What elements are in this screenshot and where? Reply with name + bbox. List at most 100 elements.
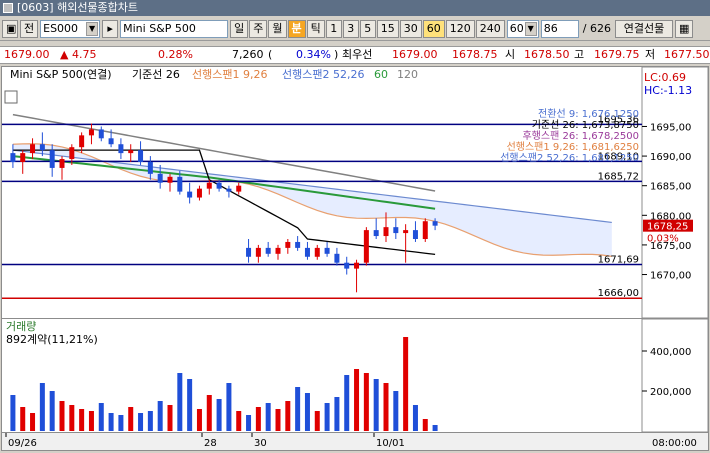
candle-body-30	[304, 247, 310, 257]
period-button-9[interactable]: 30	[399, 19, 422, 38]
period-button-3[interactable]: 분	[287, 19, 306, 38]
volume-bar-6	[69, 405, 75, 431]
volume-bar-1	[20, 407, 26, 431]
candle-body-20	[206, 182, 212, 189]
candle-body-38	[383, 227, 389, 237]
volume-bar-20	[206, 395, 212, 431]
volume-bar-22	[226, 383, 232, 431]
candle-body-10	[108, 138, 114, 145]
volume-bar-23	[236, 411, 242, 431]
price-tick-label-0: 1695,00	[650, 122, 691, 133]
date-label-3: 10/01	[376, 438, 405, 449]
price-chart-panel[interactable]: 1695,00 1690,00 1685,00 1680,00 1675,00 1670,…	[1, 66, 709, 319]
candle-body-36	[363, 230, 369, 263]
period-button-2[interactable]: 월	[268, 19, 287, 38]
product-name-field: Mini S&P 500	[120, 19, 229, 38]
chart-settings-icon[interactable]: ▦	[674, 19, 693, 38]
candle-body-42	[422, 221, 428, 239]
overlay-label-2: 후행스팬 26: 1,678,2500	[522, 130, 639, 142]
overlay-label-4: 선행스팬2 52,26: 1,681,1250	[500, 152, 639, 164]
candle-body-21	[216, 182, 222, 189]
count-value: 86	[543, 21, 558, 35]
quote-vol-close-paren: )	[334, 48, 339, 61]
symbol-value: ES000	[43, 21, 79, 35]
quote-best-label: 최우선	[342, 48, 373, 61]
period-button-10[interactable]: 60	[422, 19, 445, 38]
toolbar: ▣ 전 ES000 ▼ ▸ Mini S&P 500 일 주 월 분 틱 1 3 5 15 30 6…	[0, 17, 710, 41]
volume-bar-33	[334, 397, 340, 431]
price-chart[interactable]: 1695,001690,001685,001680,001675,001670,…	[2, 66, 709, 319]
candle-body-18	[187, 191, 193, 198]
interval-value: 60	[509, 21, 524, 35]
candle-body-11	[118, 144, 124, 154]
chevron-down-icon[interactable]: ▼	[524, 21, 537, 36]
candle-body-8	[88, 129, 94, 136]
period-button-8[interactable]: 15	[376, 19, 399, 38]
legend-span1: 선행스팬1 9,26	[192, 68, 267, 81]
volume-bar-19	[196, 409, 202, 431]
quote-ask: 1678.75	[452, 48, 498, 61]
volume-chart-panel[interactable]: 거래량 892계약(11,21%) 400,000 200,000	[1, 318, 709, 433]
quote-change-pct: 0.28%	[158, 48, 193, 61]
candle-body-0	[10, 153, 16, 162]
period-button-12[interactable]: 240	[475, 19, 505, 38]
volume-bar-8	[88, 411, 94, 431]
symbol-combo[interactable]: ES000 ▼	[40, 19, 101, 38]
candle-body-1	[20, 153, 26, 162]
candle-body-29	[295, 241, 301, 248]
period-button-4[interactable]: 틱	[306, 19, 325, 38]
chevron-down-icon[interactable]: ▼	[86, 21, 99, 36]
price-tick-label-1: 1690,00	[650, 152, 691, 163]
volume-bar-12	[128, 407, 134, 431]
candle-body-39	[393, 227, 399, 234]
period-button-11[interactable]: 120	[445, 19, 475, 38]
interval-combo[interactable]: 60 ▼	[506, 19, 539, 38]
period-button-1[interactable]: 주	[249, 19, 268, 38]
quote-vol-open-paren: (	[268, 48, 273, 61]
volume-tick-label-1: 200,000	[650, 387, 691, 398]
period-button-5[interactable]: 1	[325, 19, 342, 38]
volume-bar-41	[412, 405, 418, 431]
volume-bar-9	[98, 403, 104, 431]
overlay-label-1: 기준선 26: 1,673,8750	[532, 119, 639, 131]
count-total: / 626	[582, 22, 611, 35]
link-futures-button[interactable]: 연결선물	[614, 19, 673, 38]
volume-bar-21	[216, 399, 222, 431]
window-title-bar: [0603] 해외선물종합차트	[0, 0, 710, 16]
volume-chart[interactable]: 거래량892계약(11,21%) 400,000 200,000	[2, 318, 709, 433]
legend-extra2: 120	[397, 68, 418, 81]
volume-bar-5	[59, 401, 65, 431]
candle-body-17	[177, 176, 183, 192]
volume-bar-14	[147, 411, 153, 431]
candle-body-14	[147, 162, 153, 174]
grid-icon	[4, 90, 18, 104]
candle-body-35	[354, 262, 360, 269]
period-button-6[interactable]: 3	[342, 19, 359, 38]
sound-icon[interactable]: ▸	[102, 19, 119, 38]
period-button-7[interactable]: 5	[359, 19, 376, 38]
volume-bar-27	[275, 409, 281, 431]
volume-bar-36	[363, 373, 369, 431]
date-label-2: 30	[254, 438, 267, 449]
count-input[interactable]: 86	[540, 19, 579, 38]
period-button-0[interactable]: 일	[230, 19, 249, 38]
volume-sub: 892계약(11,21%)	[6, 332, 98, 346]
candle-body-26	[265, 247, 271, 254]
volume-bar-15	[157, 401, 163, 431]
volume-title: 거래량	[6, 320, 36, 333]
candle-body-34	[344, 262, 350, 269]
app-icon	[3, 3, 13, 13]
legend-span2: 선행스팬2 52,26	[282, 68, 364, 81]
volume-bar-42	[422, 419, 428, 431]
support-line-label-2: 1685,72	[598, 171, 639, 182]
candle-body-25	[255, 247, 261, 257]
search-icon[interactable]: ▣	[2, 19, 18, 38]
volume-bar-2	[30, 413, 36, 431]
date-label-1: 28	[204, 438, 217, 449]
volume-bar-3	[39, 383, 45, 431]
quote-price: 1679.00	[4, 48, 50, 61]
candle-body-6	[69, 147, 75, 160]
volume-bar-43	[432, 425, 438, 431]
candle-body-12	[128, 150, 134, 154]
jeon-button[interactable]: 전	[20, 19, 39, 38]
